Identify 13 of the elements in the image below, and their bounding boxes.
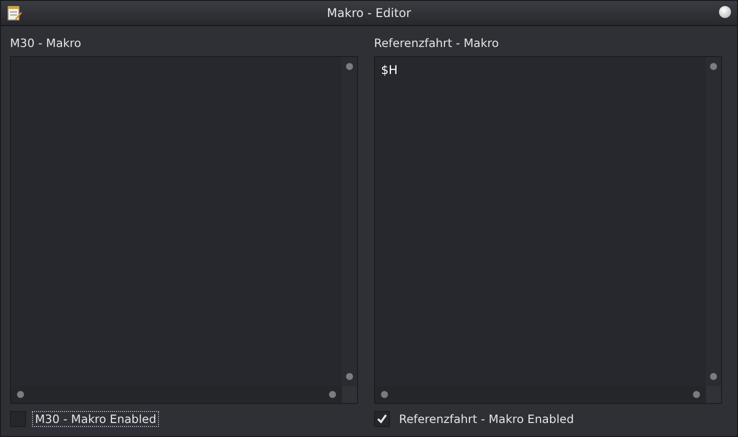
editor-label: Referenzfahrt - Makro: [374, 36, 500, 50]
editor-text: $H: [381, 63, 398, 77]
checkbox[interactable]: [374, 411, 390, 427]
editor-label: M30 - Makro: [10, 36, 82, 50]
text-editor[interactable]: $H: [374, 56, 722, 404]
checkbox-label[interactable]: M30 - Makro Enabled: [32, 411, 160, 427]
vertical-scrollbar[interactable]: [706, 57, 721, 386]
vertical-scrollbar[interactable]: [342, 57, 357, 386]
window-title: Makro - Editor: [326, 6, 412, 20]
close-button[interactable]: [719, 6, 731, 18]
notepad-icon: [6, 5, 22, 21]
text-editor[interactable]: [10, 56, 358, 404]
checkbox-label[interactable]: Referenzfahrt - Makro Enabled: [396, 411, 577, 427]
